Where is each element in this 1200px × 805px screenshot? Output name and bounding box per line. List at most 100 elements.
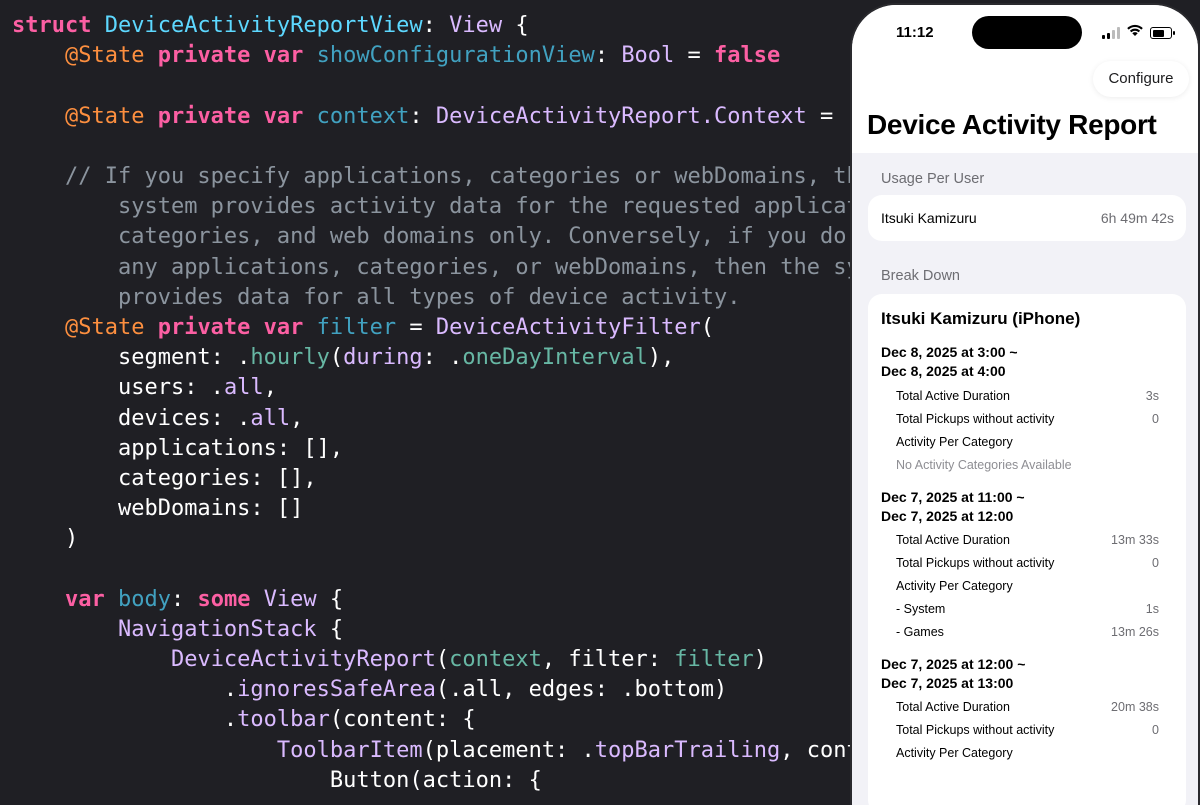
code-token: DeviceActivityFilter	[435, 315, 701, 340]
code-token: )	[64, 526, 79, 551]
segment-range-start: Dec 8, 2025 at 3:00 ~	[881, 344, 1018, 360]
code-token: all	[250, 406, 291, 431]
code-token: {	[316, 617, 344, 642]
code-token: Button(action: {	[329, 768, 542, 793]
code-line-17: webDomains: []	[12, 494, 303, 524]
activity-per-category-label: Activity Per Category	[896, 746, 1013, 760]
segment-range-start: Dec 7, 2025 at 12:00 ~	[881, 656, 1026, 672]
code-token: context	[316, 104, 410, 129]
phone-simulator: 11:12 Configure Device Activity Report U…	[852, 5, 1198, 805]
segment-range-end: Dec 7, 2025 at 12:00	[881, 508, 1014, 524]
code-line-11: @State private var filter = DeviceActivi…	[12, 313, 714, 343]
total-active-duration-label: Total Active Duration	[896, 389, 1010, 403]
code-line-2: @State private var showConfigurationView…	[12, 41, 780, 71]
code-token: (content: {	[329, 707, 476, 732]
battery-icon	[1150, 27, 1175, 39]
code-token: provides data for all types of device ac…	[64, 285, 741, 310]
code-comment-line: provides data for all types of device ac…	[12, 283, 741, 313]
break-down-header: Break Down	[881, 268, 960, 284]
code-token: applications: [],	[64, 436, 344, 461]
code-token: context	[449, 647, 542, 672]
code-token: (	[329, 345, 344, 370]
code-line-15: applications: [],	[12, 434, 343, 464]
total-pickups-value: 0	[1152, 723, 1159, 737]
code-token: var	[263, 315, 317, 340]
usage-per-user-header: Usage Per User	[881, 171, 985, 187]
no-categories-text: No Activity Categories Available	[896, 458, 1072, 472]
code-token: ignoresSafeArea	[237, 677, 436, 702]
status-time: 11:12	[896, 24, 934, 41]
code-token: categories: [],	[64, 466, 317, 491]
code-token: filter	[674, 647, 754, 672]
code-line-18: )	[12, 524, 78, 554]
code-token: struct	[12, 13, 105, 38]
code-token: body	[117, 587, 171, 612]
segment-range-start: Dec 7, 2025 at 11:00 ~	[881, 489, 1025, 505]
activity-per-category-label: Activity Per Category	[896, 435, 1013, 449]
code-token: View	[263, 587, 317, 612]
code-token: , filter:	[541, 647, 675, 672]
code-token: // If you specify applications, categori…	[64, 164, 860, 189]
code-token: :	[594, 43, 622, 68]
code-token: :	[170, 587, 198, 612]
code-token: filter	[316, 315, 397, 340]
code-line-23: .ignoresSafeArea(.all, edges: .bottom)	[12, 675, 727, 705]
code-line-26: Button(action: {	[12, 766, 542, 796]
code-token: oneDayInterval	[462, 345, 648, 370]
total-active-duration-value: 3s	[1145, 389, 1159, 403]
code-token: any applications, categories, or webDoma…	[64, 255, 860, 280]
code-token: :	[422, 13, 450, 38]
status-bar: 11:12	[852, 5, 1198, 61]
code-token: showConfigurationView	[316, 43, 595, 68]
code-token: DeviceActivityReport	[170, 647, 436, 672]
code-line-20: var body: some View {	[12, 585, 343, 615]
configure-button[interactable]: Configure	[1093, 61, 1189, 97]
code-token: NavigationStack	[117, 617, 317, 642]
code-token: (placement: .	[422, 738, 595, 763]
code-comment-line: system provides activity data for the re…	[12, 192, 860, 222]
code-token: (.all, edges: .bottom)	[435, 677, 728, 702]
code-line-12: segment: .hourly(during: .oneDayInterval…	[12, 343, 674, 373]
total-active-duration-label: Total Active Duration	[896, 700, 1010, 714]
code-token: =	[674, 43, 715, 68]
code-line-14: devices: .all,	[12, 404, 303, 434]
code-line-16: categories: [],	[12, 464, 317, 494]
code-token: : .	[422, 345, 463, 370]
code-token: webDomains: []	[64, 496, 304, 521]
code-token: var	[263, 43, 317, 68]
user-total-duration: 6h 49m 42s	[1100, 210, 1174, 226]
code-token: during	[343, 345, 423, 370]
code-line-13: users: .all,	[12, 373, 277, 403]
code-token: some	[197, 587, 264, 612]
code-line-24: .toolbar(content: {	[12, 705, 476, 735]
activity-per-category-label: Activity Per Category	[896, 579, 1013, 593]
wifi-icon	[1127, 24, 1143, 36]
break-down-card: Itsuki Kamizuru (iPhone) Dec 8, 2025 at …	[868, 294, 1186, 805]
code-token: categories, and web domains only. Conver…	[64, 224, 860, 249]
code-token: {	[502, 13, 529, 38]
code-token: Bool	[621, 43, 675, 68]
code-token: false	[714, 43, 781, 68]
code-token: devices: .	[64, 406, 251, 431]
code-token: toolbar	[237, 707, 330, 732]
code-token: @State	[64, 43, 158, 68]
category-name: - Games	[896, 625, 944, 639]
code-token: {	[316, 587, 344, 612]
code-token: topBarTrailing	[594, 738, 781, 763]
code-token: system provides activity data for the re…	[64, 194, 860, 219]
code-token: var	[64, 587, 118, 612]
code-token: :	[409, 104, 436, 129]
segment-range-end: Dec 7, 2025 at 13:00	[881, 675, 1014, 691]
total-pickups-label: Total Pickups without activity	[896, 412, 1055, 426]
total-pickups-label: Total Pickups without activity	[896, 723, 1055, 737]
category-name: - System	[896, 602, 946, 616]
code-token: View	[449, 13, 503, 38]
code-token: ,	[263, 375, 277, 400]
code-line-4: @State private var context: DeviceActivi…	[12, 102, 860, 132]
usage-user-row[interactable]: Itsuki Kamizuru 6h 49m 42s	[868, 195, 1186, 241]
total-active-duration-value: 13m 33s	[1111, 533, 1159, 547]
